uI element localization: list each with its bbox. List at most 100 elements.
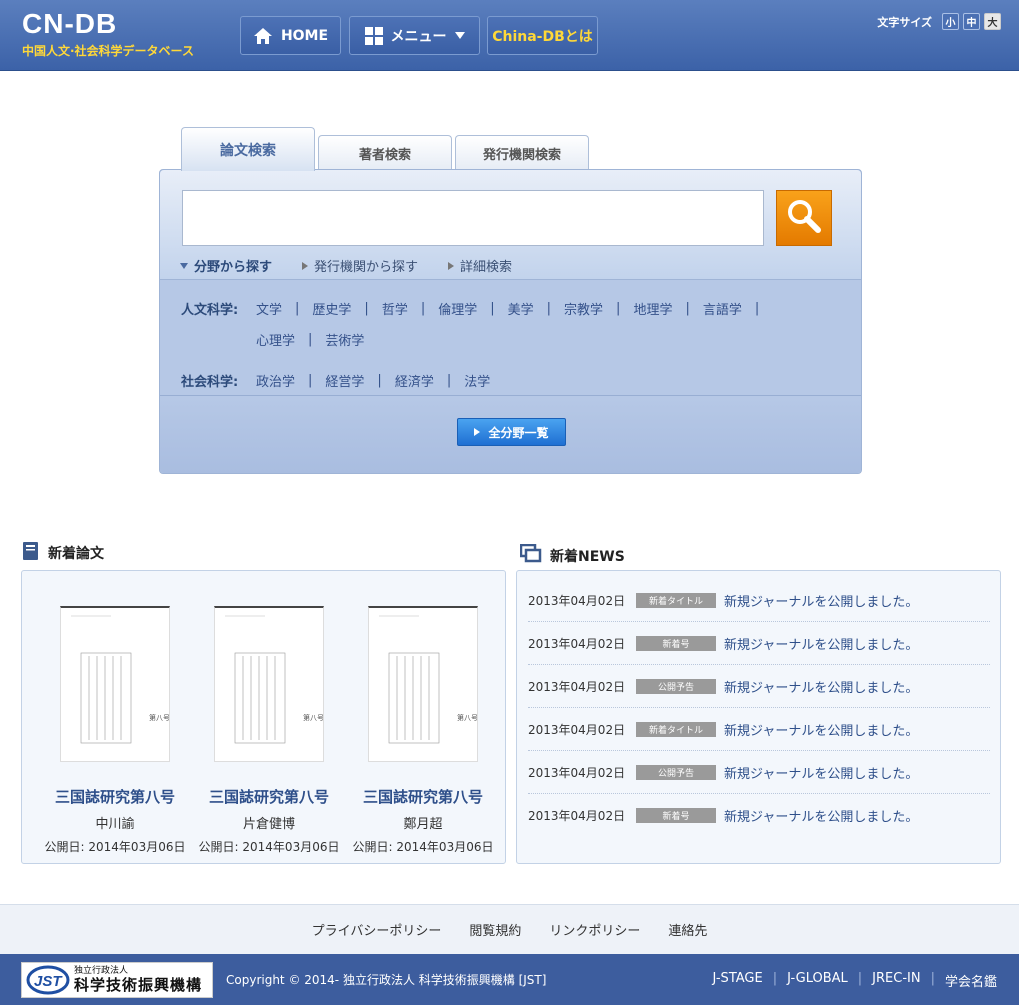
font-size-medium-button[interactable]: 中 [963, 13, 980, 30]
triangle-right-icon [474, 428, 481, 436]
privacy-policy-link[interactable]: プライバシーポリシー [312, 920, 442, 939]
news-date: 2013年04月02日 [528, 809, 626, 823]
menu-button[interactable]: メニュー [349, 16, 480, 55]
all-fields-button[interactable]: 全分野一覧 [457, 418, 566, 446]
contact-link[interactable]: 連絡先 [668, 920, 707, 939]
site-header: CN-DB 中国人文·社会科学データベース HOME メニュー China-DB… [0, 0, 1019, 71]
social-sciences-label: 社会科学: [181, 375, 239, 390]
news-date: 2013年04月02日 [528, 679, 626, 694]
news-link[interactable]: 新規ジャーナルを公開しました。 [724, 720, 918, 739]
field-link[interactable]: 経営学 [325, 371, 364, 390]
paper-date: 公開日: 2014年03月06日 [198, 840, 340, 854]
paper-author: 鄭月超 [403, 817, 443, 832]
field-link[interactable]: 地理学 [633, 299, 672, 318]
field-link[interactable]: 美学 [508, 299, 534, 318]
search-sub-links: 分野から探す 発行機関から探す 詳細検索 [180, 256, 512, 275]
footer-bar: JST 独立行政法人 科学技術振興機構 Copyright © 2014- 独立… [0, 954, 1019, 1005]
news-item: 2013年04月02日 新着タイトル 新規ジャーナルを公開しました。 [528, 579, 990, 622]
footer-links: プライバシーポリシー 閲覧規約 リンクポリシー 連絡先 [0, 904, 1019, 954]
paper-thumbnail[interactable]: 第八号 [60, 606, 170, 762]
paper-card[interactable]: 第八号 三国誌研究第八号 片倉健博 公開日: 2014年03月06日 [194, 606, 344, 855]
terms-link[interactable]: 閲覧規約 [469, 920, 521, 939]
jrecin-link[interactable]: JREC-IN [872, 971, 920, 990]
all-fields-area: 全分野一覧 [160, 397, 861, 473]
field-link[interactable]: 宗教学 [564, 299, 603, 318]
news-badge: 新着号 [636, 635, 716, 651]
jst-mark-icon: JST [26, 965, 70, 995]
triangle-down-icon [180, 262, 188, 269]
news-item: 2013年04月02日 新着タイトル 新規ジャーナルを公開しました。 [528, 708, 990, 751]
search-button[interactable] [776, 190, 832, 246]
svg-text:JST: JST [34, 973, 63, 990]
font-size-large-button[interactable]: 大 [984, 13, 1001, 30]
field-link[interactable]: 心理学 [256, 330, 295, 349]
menu-label: メニュー [390, 28, 447, 45]
tab-publisher-search[interactable]: 発行機関検索 [455, 135, 589, 170]
news-link[interactable]: 新規ジャーナルを公開しました。 [724, 677, 918, 696]
field-link[interactable]: 倫理学 [438, 299, 477, 318]
paper-date: 公開日: 2014年03月06日 [352, 840, 494, 854]
site-logo[interactable]: CN-DB [22, 8, 117, 40]
jst-logo[interactable]: JST 独立行政法人 科学技術振興機構 [21, 962, 213, 998]
browse-by-publisher-link[interactable]: 発行機関から探す [302, 256, 418, 275]
font-size-label: 文字サイズ [877, 15, 932, 29]
field-link[interactable]: 芸術学 [325, 330, 364, 349]
field-link[interactable]: 哲学 [382, 299, 408, 318]
home-button[interactable]: HOME [240, 16, 341, 55]
news-link[interactable]: 新規ジャーナルを公開しました。 [724, 806, 918, 825]
search-input[interactable] [182, 190, 764, 246]
news-date: 2013年04月02日 [528, 722, 626, 737]
paper-title[interactable]: 三国誌研究第八号 [348, 786, 498, 807]
news-badge: 公開予告 [636, 678, 716, 694]
news-badge: 公開予告 [636, 764, 716, 780]
news-link[interactable]: 新規ジャーナルを公開しました。 [724, 591, 918, 610]
humanities-label: 人文科学: [181, 303, 239, 318]
search-panel: 分野から探す 発行機関から探す 詳細検索 人文科学: 文学 | 歴史学 | 哲学 | … [159, 169, 862, 474]
search-icon [785, 197, 823, 239]
chat-icon [519, 543, 542, 568]
news-date: 2013年04月02日 [528, 765, 626, 780]
field-list: 人文科学: 文学 | 歴史学 | 哲学 | 倫理学 | 美学 | 宗教学 | 地理学 | 言語… [160, 281, 861, 396]
field-link[interactable]: 文学 [256, 299, 282, 318]
paper-card[interactable]: 第八号 三国誌研究第八号 鄭月超 公開日: 2014年03月06日 [348, 606, 498, 855]
field-link[interactable]: 経済学 [395, 371, 434, 390]
news-item: 2013年04月02日 新着号 新規ジャーナルを公開しました。 [528, 622, 990, 665]
site-tagline: 中国人文·社会科学データベース [22, 44, 194, 58]
paper-title[interactable]: 三国誌研究第八号 [194, 786, 344, 807]
paper-author: 中川諭 [95, 817, 135, 832]
browse-by-field-link[interactable]: 分野から探す [180, 256, 272, 275]
svg-text:第八号: 第八号 [303, 713, 323, 722]
news-link[interactable]: 新規ジャーナルを公開しました。 [724, 634, 918, 653]
copyright-text: Copyright © 2014- 独立行政法人 科学技術振興機構 [JST] [226, 973, 547, 987]
grid-icon [364, 26, 383, 45]
paper-title[interactable]: 三国誌研究第八号 [40, 786, 190, 807]
font-size-small-button[interactable]: 小 [942, 13, 959, 30]
news-link[interactable]: 新規ジャーナルを公開しました。 [724, 763, 918, 782]
field-link[interactable]: 歴史学 [312, 299, 351, 318]
jst-org-name: 科学技術振興機構 [74, 975, 203, 994]
svg-text:第八号: 第八号 [149, 713, 169, 722]
jstage-link[interactable]: J-STAGE [713, 971, 763, 990]
link-policy-link[interactable]: リンクポリシー [549, 920, 640, 939]
tab-author-search[interactable]: 著者検索 [318, 135, 452, 170]
news-badge: 新着号 [636, 808, 716, 823]
jglobal-link[interactable]: J-GLOBAL [787, 971, 848, 990]
triangle-right-icon [448, 261, 455, 270]
paper-date: 公開日: 2014年03月06日 [44, 840, 186, 854]
news-item: 2013年04月02日 公開予告 新規ジャーナルを公開しました。 [528, 665, 990, 708]
tab-paper-search[interactable]: 論文検索 [181, 127, 315, 171]
news-date: 2013年04月02日 [528, 593, 626, 608]
paper-author: 片倉健博 [242, 817, 295, 832]
paper-thumbnail[interactable]: 第八号 [214, 606, 324, 762]
field-link[interactable]: 政治学 [256, 371, 295, 390]
home-icon [253, 27, 273, 45]
paper-card[interactable]: 第八号 三国誌研究第八号 中川諭 公開日: 2014年03月06日 [40, 606, 190, 855]
society-directory-link[interactable]: 学会名鑑 [945, 971, 997, 990]
advanced-search-link[interactable]: 詳細検索 [448, 256, 512, 275]
about-china-db-button[interactable]: China-DBとは [487, 16, 598, 55]
field-link[interactable]: 法学 [464, 371, 490, 390]
paper-thumbnail[interactable]: 第八号 [368, 606, 478, 762]
font-size-switcher: 文字サイズ 小 中 大 [877, 13, 1001, 30]
field-link[interactable]: 言語学 [703, 299, 742, 318]
chevron-down-icon [454, 32, 465, 39]
